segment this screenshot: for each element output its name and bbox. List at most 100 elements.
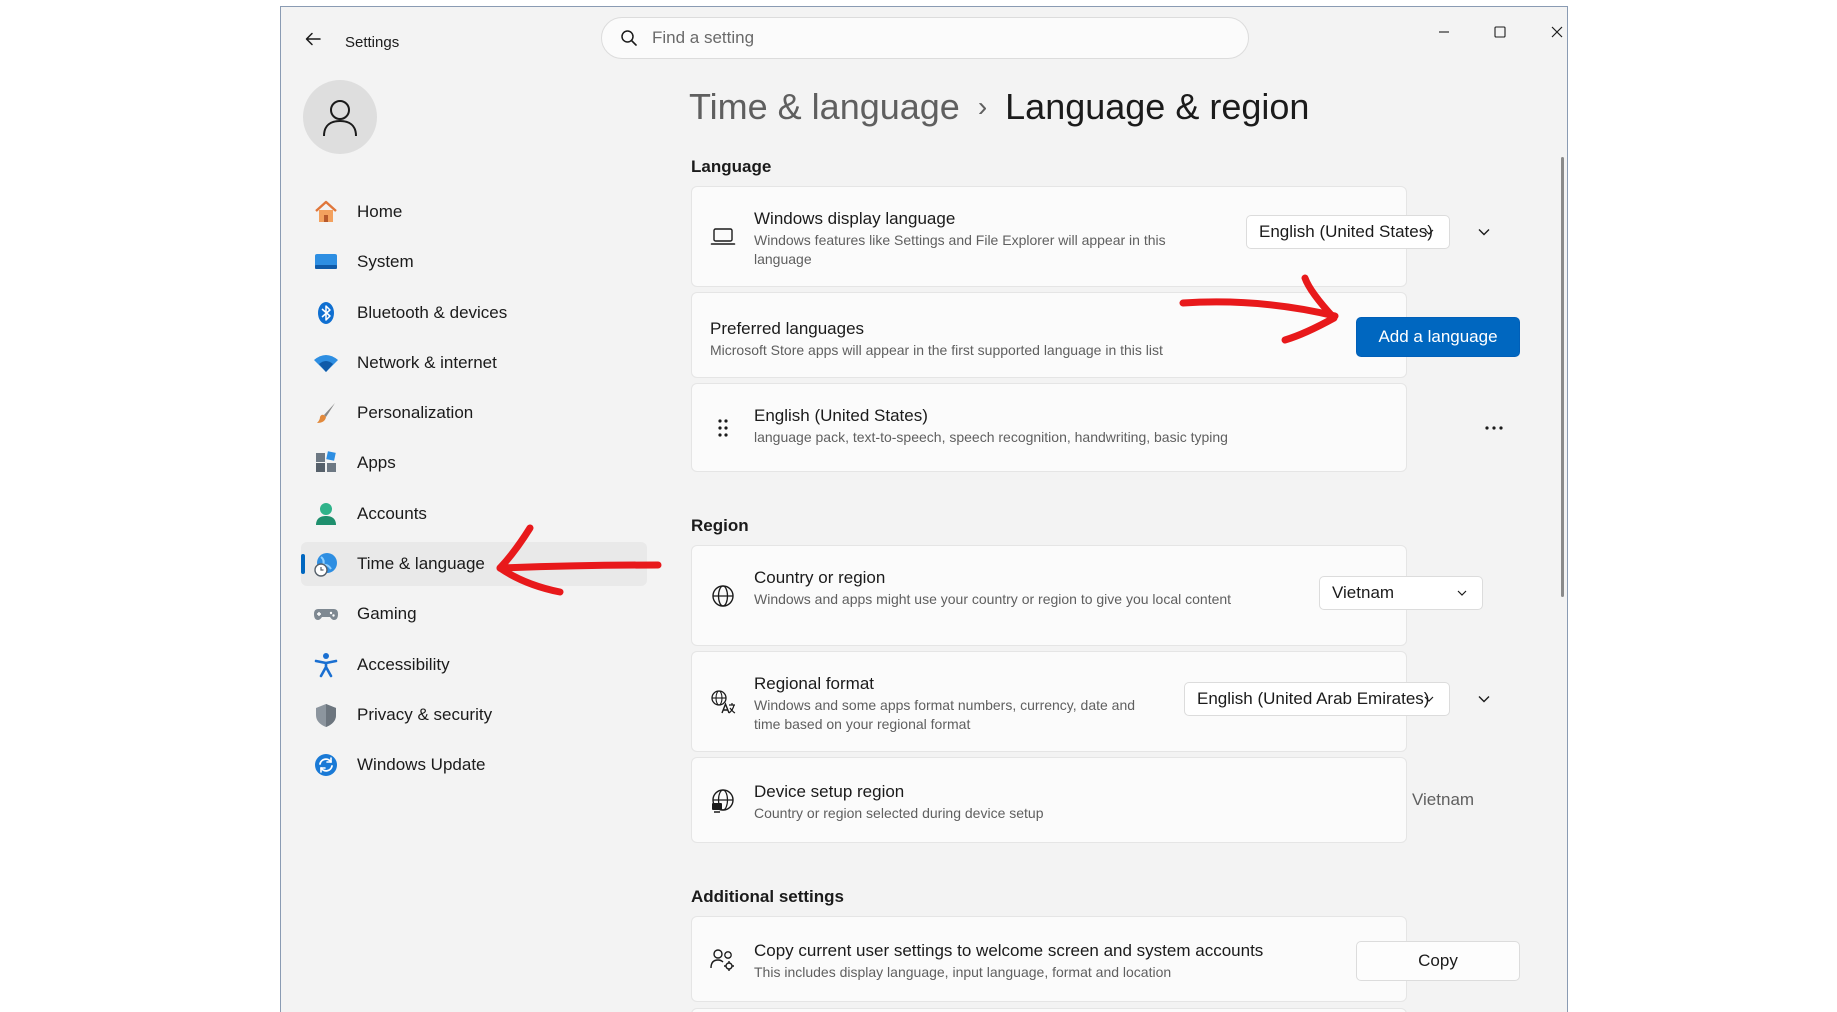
maximize-button[interactable] xyxy=(1472,17,1528,47)
close-icon xyxy=(1551,26,1563,38)
minimize-button[interactable] xyxy=(1416,17,1472,47)
sidebar-item-apps[interactable]: Apps xyxy=(301,441,647,485)
update-icon xyxy=(313,752,339,778)
country-region-dropdown[interactable]: Vietnam xyxy=(1319,576,1483,610)
display-language-desc: Windows features like Settings and File … xyxy=(754,232,1166,267)
regional-format-expand-button[interactable] xyxy=(1470,685,1498,713)
shield-icon xyxy=(313,702,339,728)
sidebar-item-label: Windows Update xyxy=(357,755,486,775)
country-region-card: Country or region Windows and apps might… xyxy=(691,545,1483,646)
bluetooth-icon xyxy=(313,300,339,326)
sidebar-item-time-language[interactable]: Time & language xyxy=(301,542,647,587)
globe-icon xyxy=(710,583,736,609)
page-title: Language & region xyxy=(1005,86,1310,127)
laptop-icon xyxy=(710,224,736,250)
preferred-languages-desc: Microsoft Store apps will appear in the … xyxy=(710,342,1163,358)
display-language-dropdown[interactable]: English (United States) xyxy=(1246,215,1450,249)
language-options-button[interactable] xyxy=(1478,412,1510,444)
regional-format-desc: Windows and some apps format numbers, cu… xyxy=(754,697,1136,732)
installed-language-desc: language pack, text-to-speech, speech re… xyxy=(754,429,1228,445)
sidebar-item-accounts[interactable]: Accounts xyxy=(301,492,647,536)
gamepad-icon xyxy=(313,601,339,627)
drag-handle-icon[interactable] xyxy=(710,415,736,441)
sidebar-item-label: System xyxy=(357,252,414,272)
country-region-value: Vietnam xyxy=(1332,583,1395,602)
accessibility-icon xyxy=(313,652,339,678)
sidebar-item-bluetooth[interactable]: Bluetooth & devices xyxy=(301,291,647,335)
more-options-icon xyxy=(1485,426,1503,430)
title-bar: Settings xyxy=(281,7,1567,67)
regional-format-title: Regional format xyxy=(754,674,875,693)
wifi-icon xyxy=(313,350,339,376)
sidebar-item-system[interactable]: System xyxy=(301,240,647,284)
content-scrollbar[interactable] xyxy=(1561,157,1564,597)
search-icon xyxy=(621,30,637,46)
sidebar-item-label: Accounts xyxy=(357,503,427,523)
section-title-language: Language xyxy=(691,157,772,176)
add-language-button[interactable]: Add a language xyxy=(1356,317,1520,357)
sidebar-item-accessibility[interactable]: Accessibility xyxy=(301,643,647,687)
regional-format-card[interactable]: Regional format Windows and some apps fo… xyxy=(691,651,1490,752)
chevron-down-icon xyxy=(1424,229,1434,235)
display-language-value: English (United States) xyxy=(1259,222,1433,241)
people-settings-icon xyxy=(710,947,736,973)
sidebar-item-personalization[interactable]: Personalization xyxy=(301,391,647,435)
sidebar-item-label: Time & language xyxy=(357,554,485,574)
sidebar-item-label: Bluetooth & devices xyxy=(357,302,508,322)
device-setup-region-desc: Country or region selected during device… xyxy=(754,805,1044,821)
user-icon xyxy=(323,100,357,137)
copy-settings-title: Copy current user settings to welcome sc… xyxy=(754,941,1264,960)
installed-language-title: English (United States) xyxy=(754,406,928,425)
next-setting-card xyxy=(691,1008,1407,1012)
sidebar-item-gaming[interactable]: Gaming xyxy=(301,592,647,636)
breadcrumb-parent-link[interactable]: Time & language xyxy=(689,86,960,128)
copy-button[interactable]: Copy xyxy=(1356,941,1520,981)
globe-device-icon xyxy=(710,788,736,814)
back-button[interactable] xyxy=(299,25,327,53)
search-input[interactable] xyxy=(652,28,1212,48)
copy-settings-desc: This includes display language, input la… xyxy=(754,964,1172,980)
minimize-icon xyxy=(1439,31,1449,33)
sidebar-item-label: Apps xyxy=(357,453,396,473)
user-avatar[interactable] xyxy=(303,80,377,154)
display-language-title: Windows display language xyxy=(754,209,956,228)
country-region-title: Country or region xyxy=(754,568,886,587)
sidebar-item-windows-update[interactable]: Windows Update xyxy=(301,743,647,787)
copy-settings-card: Copy current user settings to welcome sc… xyxy=(691,916,1520,1002)
sidebar-item-home[interactable]: Home xyxy=(301,190,647,234)
sidebar-item-label: Accessibility xyxy=(357,654,450,674)
section-title-additional-settings: Additional settings xyxy=(691,887,844,906)
system-icon xyxy=(313,249,339,275)
brush-icon xyxy=(313,400,339,426)
translate-icon xyxy=(710,689,736,715)
display-language-card[interactable]: Windows display language Windows feature… xyxy=(691,186,1490,287)
section-title-region: Region xyxy=(691,516,749,535)
sidebar-item-label: Home xyxy=(357,202,403,221)
installed-language-card[interactable]: English (United States) language pack, t… xyxy=(691,383,1503,472)
search-box[interactable] xyxy=(601,17,1249,59)
close-button[interactable] xyxy=(1529,17,1567,47)
preferred-languages-title: Preferred languages xyxy=(710,319,865,338)
sidebar-item-label: Privacy & security xyxy=(357,704,493,724)
app-title: Settings xyxy=(345,34,400,51)
sidebar-item-label: Gaming xyxy=(357,604,417,624)
globe-clock-icon xyxy=(313,551,339,577)
sidebar-item-network[interactable]: Network & internet xyxy=(301,341,647,385)
apps-icon xyxy=(313,450,339,476)
regional-format-value: English (United Arab Emirates) xyxy=(1197,689,1430,708)
breadcrumb: Time & language › Language & region xyxy=(689,83,1309,131)
display-language-expand-button[interactable] xyxy=(1470,218,1498,246)
sidebar-item-privacy[interactable]: Privacy & security xyxy=(301,693,647,737)
sidebar-nav: Home System Bluetooth & devices Network … xyxy=(301,190,647,794)
maximize-icon xyxy=(1494,26,1506,38)
chevron-down-icon xyxy=(1424,696,1434,702)
breadcrumb-separator-icon: › xyxy=(977,91,988,122)
preferred-languages-card: Preferred languages Microsoft Store apps… xyxy=(691,292,1520,378)
chevron-down-icon xyxy=(1478,696,1490,703)
sidebar-item-label: Network & internet xyxy=(357,352,497,372)
person-icon xyxy=(313,501,339,527)
sidebar-item-label: Personalization xyxy=(357,403,474,423)
regional-format-dropdown[interactable]: English (United Arab Emirates) xyxy=(1184,682,1450,716)
chevron-down-icon xyxy=(1478,229,1490,236)
chevron-down-icon xyxy=(1457,590,1467,596)
